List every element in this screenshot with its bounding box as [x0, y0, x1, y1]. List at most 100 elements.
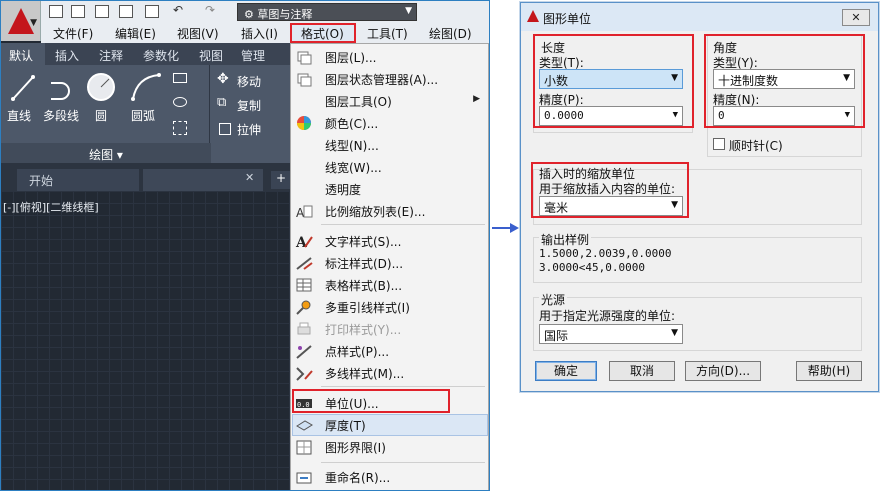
rename-icon — [296, 472, 312, 484]
quick-access-toolbar: ↶ ↷ ⚙ 草图与注释 ▼ — [1, 1, 489, 23]
chevron-down-icon: ▼ — [671, 328, 678, 338]
text-style-icon: A — [295, 235, 313, 249]
copy-tool-label[interactable]: 复制 — [237, 97, 261, 114]
menu-separator — [321, 462, 485, 463]
sample-line-2: 3.0000<45,0.0000 — [539, 261, 645, 274]
length-precision-select[interactable]: 0.0000 ▼ — [539, 106, 683, 126]
new-file-icon[interactable] — [49, 5, 63, 18]
lighting-group-title: 光源 — [539, 291, 568, 308]
redo-icon[interactable]: ↷ — [205, 3, 219, 17]
tab-default[interactable]: 默认 — [9, 47, 33, 64]
dialog-titlebar[interactable]: 图形单位 ✕ — [521, 3, 878, 31]
angle-type-select[interactable]: 十进制度数 ▼ — [713, 69, 855, 89]
thickness-icon — [296, 420, 313, 431]
menu-item-mleader-style[interactable]: 多重引线样式(I) — [291, 296, 488, 318]
menu-item-dim-style[interactable]: 标注样式(D)... — [291, 252, 488, 274]
tab-view[interactable]: 视图 — [199, 47, 223, 64]
menu-item-color[interactable]: 颜色(C)... — [291, 112, 488, 134]
close-icon[interactable]: ✕ — [245, 171, 254, 184]
menu-separator — [321, 386, 485, 387]
close-button[interactable]: ✕ — [842, 9, 870, 26]
menu-item-lineweight[interactable]: 线宽(W)... — [291, 156, 488, 178]
rectangle-tool-icon[interactable] — [173, 73, 187, 83]
chevron-down-icon: ▼ — [843, 73, 850, 83]
clockwise-checkbox[interactable] — [713, 138, 725, 150]
circle-tool-label[interactable]: 圆 — [95, 107, 107, 124]
copy-icon[interactable]: ⧉ — [217, 95, 226, 110]
save-icon[interactable] — [95, 5, 109, 18]
insertion-units-select[interactable]: 毫米 ▼ — [539, 196, 683, 216]
move-tool-label[interactable]: 移动 — [237, 73, 261, 90]
tab-insert[interactable]: 插入 — [55, 47, 79, 64]
menu-item-table-style[interactable]: 表格样式(B)... — [291, 274, 488, 296]
save-as-icon[interactable] — [119, 5, 133, 18]
menu-item-mline-style[interactable]: 多线样式(M)... — [291, 362, 488, 384]
open-file-icon[interactable] — [71, 5, 85, 18]
new-tab-icon[interactable]: + — [271, 171, 291, 189]
cancel-button[interactable]: 取消 — [609, 361, 675, 381]
circle-tool-icon[interactable] — [85, 71, 117, 103]
menu-item-transparency[interactable]: 透明度 — [291, 178, 488, 200]
line-tool-label[interactable]: 直线 — [7, 107, 31, 124]
move-icon[interactable]: ✥ — [217, 71, 229, 87]
workspace-select[interactable]: ⚙ 草图与注释 ▼ — [237, 3, 417, 21]
svg-text:0.0: 0.0 — [297, 401, 310, 409]
menu-edit[interactable]: 编辑(E) — [115, 25, 156, 42]
draw-panel-title[interactable]: 绘图 ▾ — [1, 143, 211, 163]
application-button[interactable]: ▼ — [1, 1, 41, 41]
menu-item-layer-state[interactable]: 图层状态管理器(A)... — [291, 68, 488, 90]
point-style-icon — [296, 345, 312, 359]
menu-view[interactable]: 视图(V) — [177, 25, 219, 42]
menu-item-limits[interactable]: 图形界限(I) — [291, 436, 488, 458]
menu-item-point-style[interactable]: 点样式(P)... — [291, 340, 488, 362]
direction-button[interactable]: 方向(D)... — [685, 361, 761, 381]
undo-icon[interactable]: ↶ — [173, 3, 187, 17]
workspace-value: 草图与注释 — [257, 8, 313, 21]
menu-item-linetype[interactable]: 线型(N)... — [291, 134, 488, 156]
menu-item-rename[interactable]: 重命名(R)... — [291, 466, 488, 488]
polyline-tool-icon[interactable] — [47, 73, 77, 103]
mleader-style-icon — [296, 300, 311, 315]
line-tool-icon[interactable] — [9, 73, 37, 103]
plot-icon[interactable] — [145, 5, 159, 18]
arc-tool-icon[interactable] — [129, 71, 163, 103]
lighting-label: 用于指定光源强度的单位: — [539, 309, 676, 323]
menu-insert[interactable]: 插入(I) — [241, 25, 278, 42]
autocad-window: ↶ ↷ ⚙ 草图与注释 ▼ ▼ 文件(F) 编辑(E) 视图(V) 插入(I) … — [0, 0, 490, 491]
region-tool-icon[interactable] — [173, 121, 187, 135]
autocad-logo-icon — [527, 10, 539, 22]
color-wheel-icon — [297, 116, 311, 130]
lighting-units-select[interactable]: 国际 ▼ — [539, 324, 683, 344]
ok-button[interactable]: 确定 — [535, 361, 597, 381]
tab-annotate[interactable]: 注释 — [99, 47, 123, 64]
menu-item-scale-list[interactable]: A 比例缩放列表(E)... — [291, 200, 488, 222]
menu-item-units[interactable]: 0.0 单位(U)... — [291, 392, 488, 414]
polyline-tool-label[interactable]: 多段线 — [43, 107, 79, 124]
arc-tool-label[interactable]: 圆弧 — [131, 107, 155, 124]
menu-item-layer-tools[interactable]: 图层工具(O) ▶ — [291, 90, 488, 112]
menu-item-text-style[interactable]: A 文字样式(S)... — [291, 230, 488, 252]
menu-item-layer[interactable]: 图层(L)... — [291, 46, 488, 68]
menu-draw[interactable]: 绘图(D) — [429, 25, 472, 42]
tab-start[interactable]: 开始 — [17, 169, 139, 191]
drawing-units-dialog: 图形单位 ✕ 长度 类型(T): 小数 ▼ 精度(P): 0.0000 ▼ 角度… — [520, 2, 879, 392]
chevron-down-icon: ▼ — [671, 73, 678, 83]
menu-file[interactable]: 文件(F) — [53, 25, 93, 42]
menu-format[interactable]: 格式(O) — [301, 25, 344, 42]
table-style-icon — [296, 278, 312, 292]
chevron-down-icon: ▼ — [405, 6, 412, 16]
length-type-select[interactable]: 小数 ▼ — [539, 69, 683, 89]
help-button[interactable]: 帮助(H) — [796, 361, 862, 381]
hatch-tool-icon[interactable] — [173, 97, 187, 107]
stretch-icon[interactable] — [219, 123, 231, 135]
submenu-arrow-icon: ▶ — [473, 94, 480, 104]
tab-manage[interactable]: 管理 — [241, 47, 265, 64]
stretch-tool-label[interactable]: 拉伸 — [237, 121, 261, 138]
chevron-down-icon: ▼ — [30, 18, 37, 28]
menu-tools[interactable]: 工具(T) — [367, 25, 408, 42]
limits-icon — [296, 440, 312, 455]
angle-precision-select[interactable]: 0 ▼ — [713, 106, 855, 126]
tab-parametric[interactable]: 参数化 — [143, 47, 179, 64]
viewport-controls[interactable]: [-][俯视][二维线框] — [3, 199, 99, 215]
menu-item-thickness[interactable]: 厚度(T) — [291, 414, 488, 436]
